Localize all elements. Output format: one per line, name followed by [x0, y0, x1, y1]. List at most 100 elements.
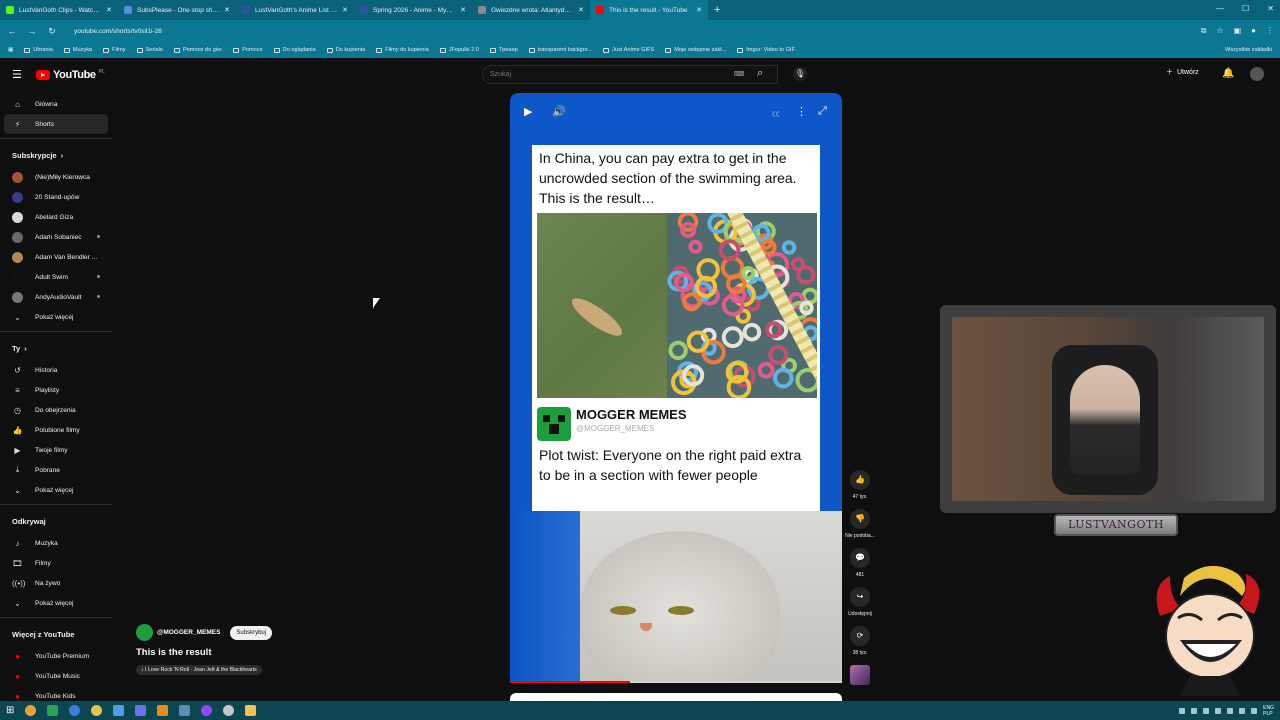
- vscode-taskbar-icon[interactable]: [113, 705, 125, 716]
- bookmark-item[interactable]: transparent backgro...: [528, 47, 592, 53]
- sidebar-item[interactable]: ● YouTube Premium: [0, 646, 116, 666]
- channel-avatar[interactable]: [136, 624, 153, 641]
- sidebar-item[interactable]: ▶ Twoje filmy: [0, 440, 116, 460]
- action-remix[interactable]: ⟳ 38 tys.: [842, 626, 878, 665]
- bookmark-item[interactable]: Do kupienia: [326, 47, 365, 53]
- sidebar-item[interactable]: ● YouTube Music: [0, 666, 116, 686]
- browser-tab[interactable]: SubsPlease - One stop shop fo ✕: [118, 0, 236, 20]
- bookmark-item[interactable]: Pomoce do gier: [173, 47, 222, 53]
- discord-taskbar-icon[interactable]: [135, 705, 147, 716]
- bookmark-item[interactable]: Pomoce: [233, 47, 263, 53]
- action-thumbs-up[interactable]: 👍 47 tys.: [842, 470, 878, 509]
- share-icon[interactable]: ↪: [850, 587, 870, 607]
- short-player[interactable]: ▶ 🔊 ㏄ ⋮ ⤢ In China, you can pay extra to…: [510, 93, 842, 683]
- microphone-icon[interactable]: 🎙: [793, 67, 807, 81]
- more-options-icon[interactable]: ⋮: [796, 105, 807, 118]
- bookmark-item[interactable]: Seriale: [136, 47, 163, 53]
- browser-tab[interactable]: Spring 2026 - Anime - MyAnim ✕: [354, 0, 472, 20]
- bookmark-item[interactable]: Tpeaep: [489, 47, 518, 53]
- close-tab-icon[interactable]: ✕: [460, 6, 466, 14]
- tray-icon[interactable]: [1227, 707, 1234, 714]
- fullscreen-icon[interactable]: ⤢: [818, 105, 827, 118]
- bookmark-item[interactable]: Just Anime GIFS: [603, 47, 654, 53]
- terminal-taskbar-icon[interactable]: [47, 705, 59, 716]
- hamburger-menu-icon[interactable]: ☰: [12, 68, 24, 81]
- captions-icon[interactable]: ㏄: [772, 108, 780, 119]
- video-progress-bar[interactable]: [510, 681, 842, 683]
- sidebar-item[interactable]: ↺ Historia: [0, 360, 116, 380]
- volume-tray-icon[interactable]: [1251, 707, 1258, 714]
- music-chip[interactable]: ♪ I Love Rock 'N Roll · Joan Jett & the …: [136, 665, 262, 675]
- keyboard-icon[interactable]: ⌨: [734, 70, 744, 78]
- bookmark-item[interactable]: Filmy: [103, 47, 126, 53]
- search-icon[interactable]: ⌕: [757, 67, 763, 80]
- notifications-bell-icon[interactable]: 🔔: [1222, 68, 1234, 79]
- bookmark-item[interactable]: Ubrania: [24, 47, 53, 53]
- show-more-button[interactable]: ⌄ Pokaż więcej: [0, 593, 116, 613]
- subscription-item[interactable]: 20 Stand-upów: [0, 187, 116, 207]
- apps-grid-icon[interactable]: ▦: [8, 47, 13, 53]
- bookmark-item[interactable]: Muzyka: [63, 47, 92, 53]
- show-more-button[interactable]: ⌄ Pokaż więcej: [0, 480, 116, 500]
- subscription-item[interactable]: Abelard Giza: [0, 207, 116, 227]
- sidebar-item[interactable]: 👍 Polubione filmy: [0, 420, 116, 440]
- tray-icon[interactable]: [1191, 707, 1198, 714]
- sidebar-item[interactable]: ((•)) Na żywo: [0, 573, 116, 593]
- subscription-item[interactable]: AndyAudioVault: [0, 287, 116, 307]
- sidebar-section-title[interactable]: Ty ›: [0, 336, 116, 360]
- subscription-item[interactable]: Adam Van Bendler ...: [0, 247, 116, 267]
- chrome-taskbar-icon[interactable]: [25, 705, 37, 716]
- close-tab-icon[interactable]: ✕: [342, 6, 348, 14]
- all-bookmarks[interactable]: Wszystkie zakładki: [1225, 47, 1272, 53]
- maximize-icon[interactable]: ☐: [1242, 4, 1249, 13]
- twitch-taskbar-icon[interactable]: [201, 705, 213, 716]
- obs-taskbar-icon[interactable]: [91, 705, 103, 716]
- comment-icon[interactable]: 💬: [850, 548, 870, 568]
- bookmark-item[interactable]: Do oglądania: [273, 47, 316, 53]
- bookmark-item[interactable]: Filmy do kupienia: [376, 47, 429, 53]
- back-icon[interactable]: ←: [6, 26, 18, 36]
- remix-icon[interactable]: ⟳: [850, 626, 870, 646]
- action-comment[interactable]: 💬 481: [842, 548, 878, 587]
- account-avatar[interactable]: [1250, 67, 1264, 81]
- wifi-icon[interactable]: [1239, 707, 1246, 714]
- bookmark-item[interactable]: JFopulki 2.0: [439, 47, 479, 53]
- show-more-button[interactable]: ⌄ Pokaż więcej: [0, 307, 116, 327]
- folder-taskbar-icon[interactable]: [245, 705, 257, 716]
- sound-thumbnail[interactable]: [850, 665, 870, 685]
- new-tab-button[interactable]: +: [708, 4, 726, 16]
- next-short-preview[interactable]: [510, 693, 842, 701]
- sidebar-item[interactable]: ≡ Playlisty: [0, 380, 116, 400]
- edge-taskbar-icon[interactable]: [69, 705, 81, 716]
- install-icon[interactable]: ⧉: [1201, 26, 1207, 36]
- extension-icon[interactable]: ▣: [1234, 26, 1242, 36]
- sidebar-item[interactable]: ⤓ Pobrane: [0, 460, 116, 480]
- browser-tab[interactable]: This is the result - YouTube ✕: [590, 0, 708, 20]
- url-field[interactable]: youtube.com/shorts/tv0sil1i-28: [74, 28, 1193, 35]
- action-share[interactable]: ↪ Udostępnij: [842, 587, 878, 626]
- tray-icon[interactable]: [1179, 707, 1186, 714]
- close-tab-icon[interactable]: ✕: [578, 6, 584, 14]
- vlc-taskbar-icon[interactable]: [157, 705, 169, 716]
- channel-name[interactable]: @MOGGER_MEMES: [157, 629, 220, 636]
- subscription-item[interactable]: Adam Sobaniec: [0, 227, 116, 247]
- bookmark-item[interactable]: Imgur: Video to GIF: [737, 47, 795, 53]
- action-thumbs-down[interactable]: 👎 Nie podoba...: [842, 509, 878, 548]
- browser-tab[interactable]: LustVanGoth Clips - Watch Live ✕: [0, 0, 118, 20]
- volume-icon[interactable]: 🔊: [552, 105, 566, 118]
- settings-taskbar-icon[interactable]: [223, 705, 235, 716]
- menu-dots-icon[interactable]: ⋮: [1266, 26, 1274, 36]
- forward-icon[interactable]: →: [26, 26, 38, 36]
- thumbs-up-icon[interactable]: 👍: [850, 470, 870, 490]
- close-tab-icon[interactable]: ✕: [696, 6, 702, 14]
- language-indicator[interactable]: ENG PLP: [1263, 705, 1274, 717]
- subscribe-button[interactable]: Subskrybuj: [230, 625, 273, 640]
- sidebar-section-title[interactable]: Subskrypcje ›: [0, 143, 116, 167]
- browser-tab[interactable]: Gwiezdne wrota: Atlantyda / St ✕: [472, 0, 590, 20]
- youtube-logo[interactable]: YouTube PL: [36, 69, 105, 81]
- minimize-icon[interactable]: —: [1216, 4, 1224, 13]
- browser-tab[interactable]: LustVanGoth's Anime List - My ✕: [236, 0, 354, 20]
- thumbs-down-icon[interactable]: 👎: [850, 509, 870, 529]
- sidebar-item-główna[interactable]: ⌂ Główna: [0, 94, 116, 114]
- reload-icon[interactable]: ↻: [46, 26, 58, 37]
